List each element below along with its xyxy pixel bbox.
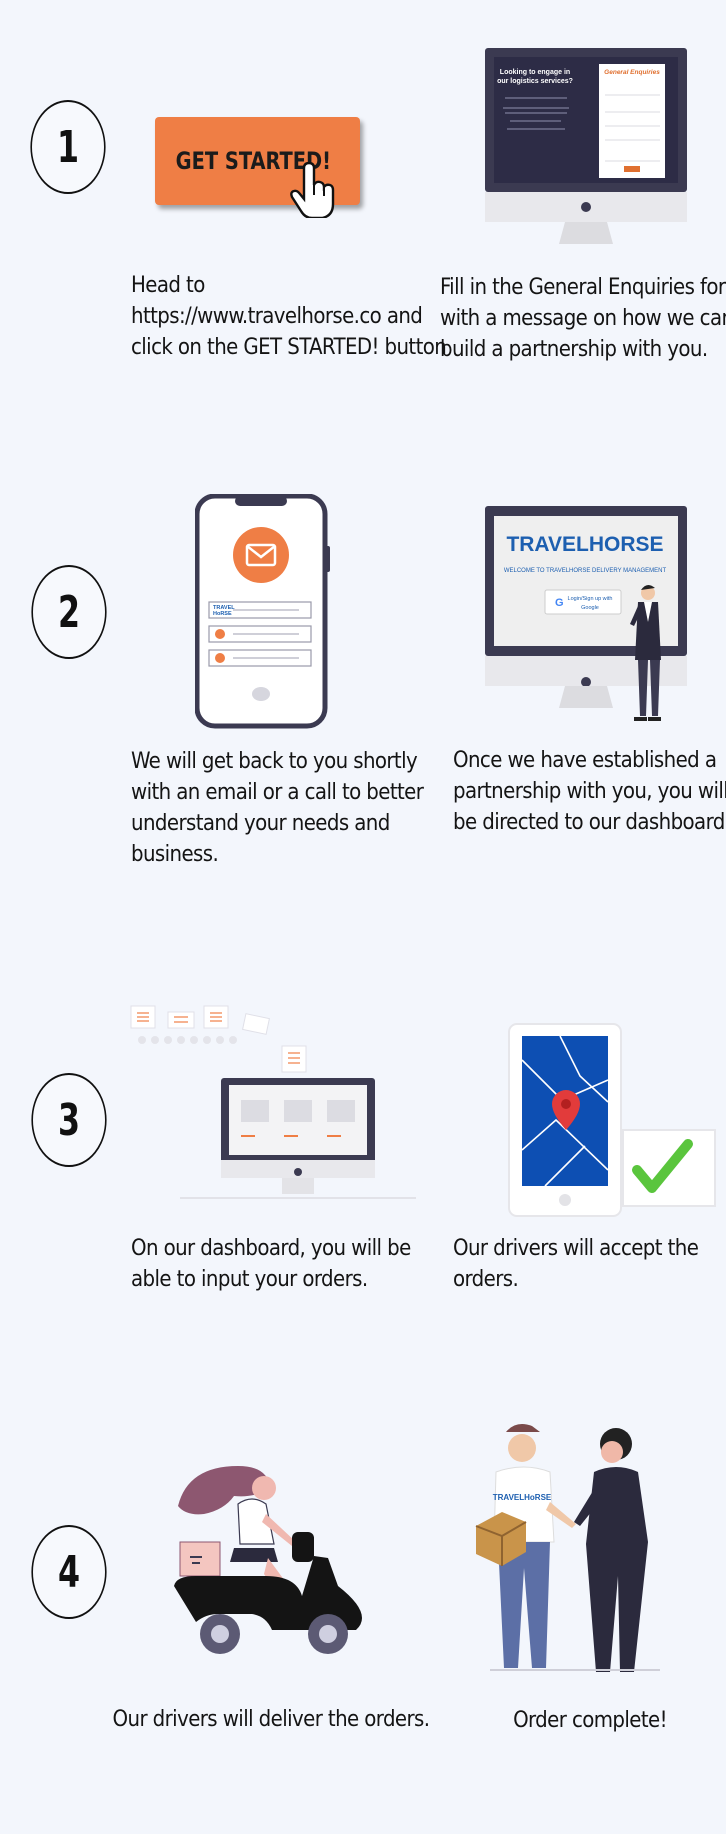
get-started-illustration: GET STARTED! [150,112,370,222]
svg-text:HoRSE: HoRSE [213,611,232,617]
step-4-circle: 4 [31,1525,107,1619]
dashboard-monitor-illustration: TRAVELHORSE WELCOME TO TRAVELHORSE DELIV… [485,506,687,721]
svg-text:Google: Google [581,605,599,611]
form-title: General Enquiries [604,69,660,76]
scooter-delivery-illustration [174,1466,362,1654]
step-3-circle: 3 [31,1073,107,1167]
hand-pointer-icon [290,162,335,218]
step-1-circle: 1 [30,100,106,194]
step-1-right-caption: Fill in the General Enquiries form with … [440,275,726,362]
form-headline-1: Looking to engage in [500,69,570,76]
step-3-left-caption: On our dashboard, you will be able to in… [131,1236,411,1292]
shirt-brand: TRAVELHoRSE [493,1493,552,1502]
step-4-right-caption: Order complete! [513,1708,667,1733]
dashboard-input-illustration [130,1005,416,1199]
google-icon: G [555,597,564,609]
step-1-left-caption: Head to https://www.travelhorse.co and c… [131,273,447,360]
dashboard-brand: TRAVELHORSE [506,533,663,556]
step-4-left-caption: Our drivers will deliver the orders. [112,1707,430,1732]
step-2-circle: 2 [31,565,107,659]
dashboard-welcome: WELCOME TO TRAVELHORSE DELIVERY MANAGEME… [504,568,667,574]
step-3-right-caption: Our drivers will accept the orders. [453,1236,699,1292]
form-submit-button[interactable] [624,166,640,172]
map-accept-illustration [508,1023,716,1217]
form-monitor-illustration: Looking to engage in our logistics servi… [485,48,687,244]
handover-illustration: TRAVELHoRSE [475,1424,660,1672]
step-2-left-caption: We will get back to you shortly with an … [131,749,424,867]
step-2-right-caption: Once we have established a partnership w… [453,748,726,835]
phone-email-illustration: TRAVEL HoRSE [195,494,330,729]
form-headline-2: our logistics services? [497,78,573,85]
svg-text:Login/Sign up with: Login/Sign up with [568,596,613,602]
